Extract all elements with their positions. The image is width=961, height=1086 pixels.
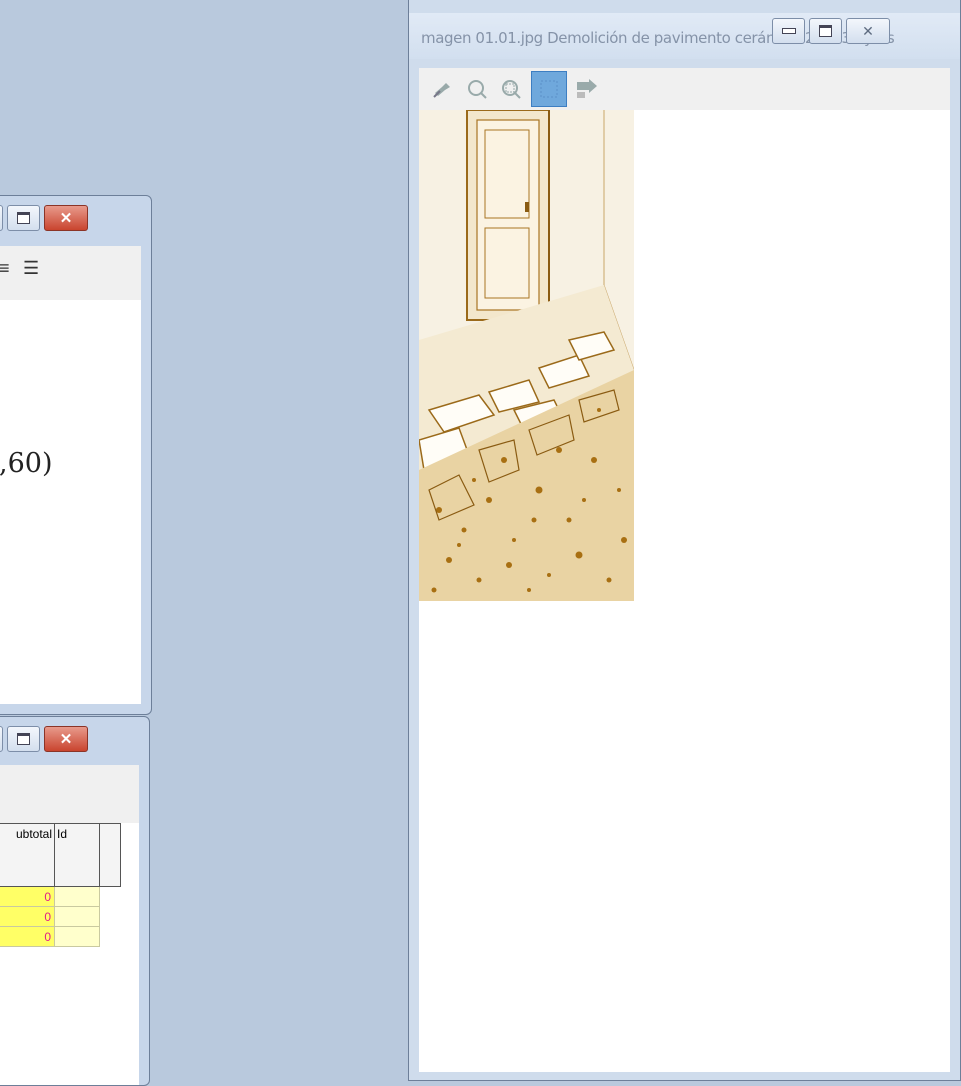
image-toolbar: [419, 68, 950, 110]
close-icon: ✕: [862, 23, 874, 39]
pin-icon[interactable]: [429, 75, 457, 103]
maximize-button[interactable]: [809, 18, 842, 44]
close-icon: ✕: [59, 209, 73, 227]
formula-text: ,60): [0, 448, 53, 479]
zoom-fit-icon[interactable]: [497, 75, 525, 103]
image-viewer-window: magen 01.01.jpg Demolición de pavimento …: [408, 0, 961, 1081]
column-header-id[interactable]: Id: [54, 823, 100, 887]
maximize-button[interactable]: [7, 726, 40, 752]
close-button[interactable]: ✕: [846, 18, 890, 44]
subtotal-cell[interactable]: 0: [0, 906, 55, 927]
indent-icon[interactable]: ☰: [23, 258, 41, 279]
zoom-out-icon[interactable]: [463, 75, 491, 103]
minimize-button[interactable]: [772, 18, 805, 44]
align-right-icon[interactable]: ≡: [0, 258, 12, 279]
close-button[interactable]: ✕: [44, 726, 88, 752]
text-editor-window: ✕ ≡ ☰ ,60): [0, 195, 152, 715]
export-icon[interactable]: [573, 75, 601, 103]
table-row[interactable]: 0: [0, 926, 121, 947]
column-header-spacer: [99, 823, 121, 887]
maximize-icon: [17, 212, 30, 224]
subtotal-cell[interactable]: 0: [0, 886, 55, 907]
subtotal-cell[interactable]: 0: [0, 926, 55, 947]
id-cell[interactable]: [54, 906, 100, 927]
text-editor-body[interactable]: ,60): [0, 300, 141, 704]
minimize-button[interactable]: [0, 726, 3, 752]
maximize-icon: [17, 733, 30, 745]
table-row[interactable]: 0: [0, 886, 121, 907]
close-icon: ✕: [59, 730, 73, 748]
maximize-button[interactable]: [7, 205, 40, 231]
table-row[interactable]: 0: [0, 906, 121, 927]
data-grid: ubtotal Id 0 0 0: [0, 823, 121, 947]
id-cell[interactable]: [54, 926, 100, 947]
text-toolbar: ≡ ☰: [0, 246, 141, 300]
table-toolbar: [0, 765, 139, 823]
table-body: ubtotal Id 0 0 0: [0, 823, 139, 1085]
minimize-icon: [781, 28, 796, 34]
image-viewer-titlebar[interactable]: magen 01.01.jpg Demolición de pavimento …: [409, 13, 960, 59]
select-area-icon[interactable]: [531, 71, 567, 107]
column-header-subtotal[interactable]: ubtotal: [0, 823, 55, 887]
maximize-icon: [819, 25, 832, 37]
minimize-button[interactable]: [0, 205, 3, 231]
demolition-photo: [419, 110, 634, 601]
id-cell[interactable]: [54, 886, 100, 907]
image-canvas: [419, 110, 950, 1072]
table-window: ✕ ubtotal Id 0 0 0: [0, 716, 150, 1086]
close-button[interactable]: ✕: [44, 205, 88, 231]
